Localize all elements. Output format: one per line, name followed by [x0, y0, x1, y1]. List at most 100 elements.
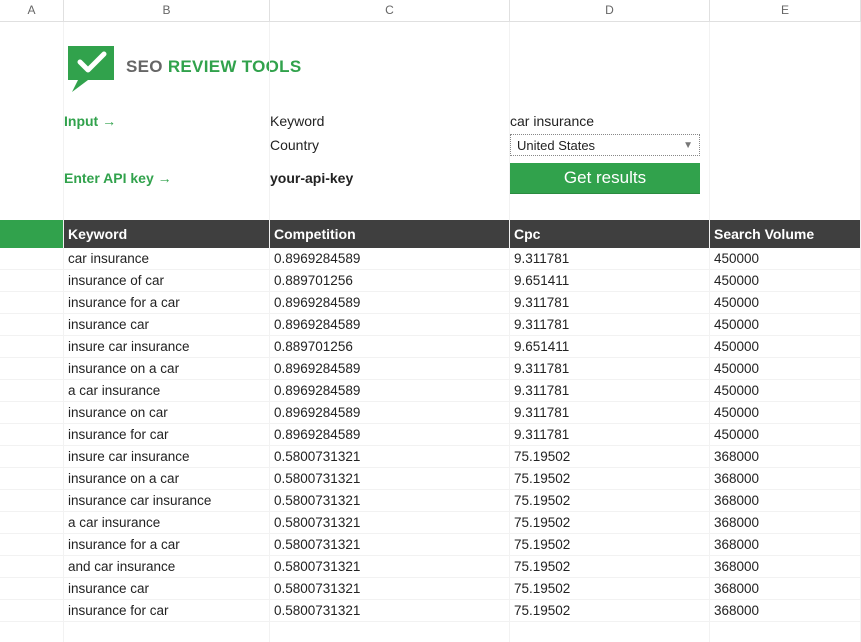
logo-text: SEO REVIEW TOOLS	[126, 57, 301, 77]
cell-keyword: insurance for a car	[64, 295, 270, 310]
cell-competition: 0.8969284589	[270, 383, 510, 398]
cell-search-volume: 450000	[710, 295, 861, 310]
cell-search-volume: 450000	[710, 405, 861, 420]
cell-competition: 0.889701256	[270, 339, 510, 354]
country-value: United States	[517, 138, 595, 153]
logo: SEO REVIEW TOOLS	[0, 22, 861, 110]
table-row[interactable]: a car insurance0.580073132175.1950236800…	[0, 512, 861, 534]
table-row[interactable]: insurance for car0.89692845899.311781450…	[0, 424, 861, 446]
cell-competition: 0.8969284589	[270, 405, 510, 420]
cell-cpc: 75.19502	[510, 515, 710, 530]
col-header-b[interactable]: B	[64, 0, 270, 21]
api-key-value-cell[interactable]: your-api-key	[270, 170, 510, 186]
check-bubble-icon	[64, 40, 118, 94]
table-row[interactable]: insure car insurance0.8897012569.6514114…	[0, 336, 861, 358]
col-header-a[interactable]: A	[0, 0, 64, 21]
cell-cpc: 9.311781	[510, 383, 710, 398]
cell-cpc: 9.311781	[510, 405, 710, 420]
cell-competition: 0.5800731321	[270, 581, 510, 596]
cell-competition: 0.8969284589	[270, 251, 510, 266]
cell-search-volume: 368000	[710, 515, 861, 530]
cell-cpc: 75.19502	[510, 581, 710, 596]
cell-cpc: 9.651411	[510, 273, 710, 288]
cell-keyword: insurance car	[64, 581, 270, 596]
cell-cpc: 9.651411	[510, 339, 710, 354]
table-row[interactable]: insurance on car0.89692845899.3117814500…	[0, 402, 861, 424]
cell-keyword: insurance car	[64, 317, 270, 332]
logo-seo: SEO	[126, 57, 163, 76]
get-results-button[interactable]: Get results	[510, 163, 700, 193]
table-row[interactable]: a car insurance0.89692845899.31178145000…	[0, 380, 861, 402]
th-competition: Competition	[270, 226, 510, 242]
col-header-d[interactable]: D	[510, 0, 710, 21]
cell-keyword: a car insurance	[64, 383, 270, 398]
country-dropdown[interactable]: United States ▼	[510, 134, 700, 156]
api-key-label: Enter API key →	[64, 170, 270, 186]
logo-review-tools: REVIEW TOOLS	[168, 57, 302, 76]
col-header-e[interactable]: E	[710, 0, 861, 21]
cell-cpc: 75.19502	[510, 603, 710, 618]
cell-search-volume: 450000	[710, 361, 861, 376]
cell-cpc: 9.311781	[510, 317, 710, 332]
cell-keyword: insurance for car	[64, 427, 270, 442]
cell-search-volume: 450000	[710, 251, 861, 266]
th-search-volume: Search Volume	[710, 226, 861, 242]
cell-competition: 0.5800731321	[270, 537, 510, 552]
table-row[interactable]: insurance car0.580073132175.19502368000	[0, 578, 861, 600]
cell-keyword: and car insurance	[64, 559, 270, 574]
table-row[interactable]: insurance for a car0.580073132175.195023…	[0, 534, 861, 556]
table-row[interactable]: insurance for a car0.89692845899.3117814…	[0, 292, 861, 314]
col-header-c[interactable]: C	[270, 0, 510, 21]
table-row[interactable]: insurance of car0.8897012569.65141145000…	[0, 270, 861, 292]
table-row[interactable]: insurance car0.89692845899.311781450000	[0, 314, 861, 336]
table-row[interactable]: insurance on a car0.89692845899.31178145…	[0, 358, 861, 380]
table-header-accent	[0, 220, 64, 248]
cell-competition: 0.8969284589	[270, 295, 510, 310]
table-row[interactable]: insurance on a car0.580073132175.1950236…	[0, 468, 861, 490]
cell-search-volume: 368000	[710, 581, 861, 596]
cell-keyword: insurance on car	[64, 405, 270, 420]
cell-search-volume: 368000	[710, 559, 861, 574]
results-table-header: Keyword Competition Cpc Search Volume	[0, 220, 861, 248]
cell-search-volume: 450000	[710, 317, 861, 332]
cell-cpc: 75.19502	[510, 537, 710, 552]
cell-cpc: 75.19502	[510, 559, 710, 574]
table-row[interactable]: insurance car insurance0.580073132175.19…	[0, 490, 861, 512]
th-keyword: Keyword	[64, 226, 270, 242]
table-row[interactable]: insurance for car0.580073132175.19502368…	[0, 600, 861, 622]
chevron-down-icon: ▼	[683, 140, 693, 151]
cell-keyword: insurance for car	[64, 603, 270, 618]
cell-search-volume: 368000	[710, 493, 861, 508]
cell-keyword: insurance for a car	[64, 537, 270, 552]
table-row[interactable]: and car insurance0.580073132175.19502368…	[0, 556, 861, 578]
cell-search-volume: 450000	[710, 383, 861, 398]
cell-keyword: car insurance	[64, 251, 270, 266]
country-label: Country	[270, 137, 510, 153]
table-row[interactable]: insure car insurance0.580073132175.19502…	[0, 446, 861, 468]
cell-competition: 0.8969284589	[270, 361, 510, 376]
table-row[interactable]: car insurance0.89692845899.311781450000	[0, 248, 861, 270]
cell-search-volume: 368000	[710, 537, 861, 552]
cell-competition: 0.5800731321	[270, 449, 510, 464]
cell-competition: 0.5800731321	[270, 603, 510, 618]
cell-search-volume: 450000	[710, 427, 861, 442]
cell-keyword: insurance car insurance	[64, 493, 270, 508]
results-table-body: car insurance0.89692845899.311781450000i…	[0, 248, 861, 622]
cell-cpc: 75.19502	[510, 493, 710, 508]
cell-competition: 0.5800731321	[270, 515, 510, 530]
cell-competition: 0.8969284589	[270, 317, 510, 332]
cell-cpc: 75.19502	[510, 449, 710, 464]
cell-search-volume: 450000	[710, 273, 861, 288]
th-cpc: Cpc	[510, 226, 710, 242]
cell-keyword: insurance on a car	[64, 361, 270, 376]
cell-cpc: 9.311781	[510, 295, 710, 310]
cell-cpc: 9.311781	[510, 427, 710, 442]
cell-competition: 0.889701256	[270, 273, 510, 288]
cell-cpc: 75.19502	[510, 471, 710, 486]
cell-search-volume: 368000	[710, 471, 861, 486]
cell-competition: 0.8969284589	[270, 427, 510, 442]
keyword-value-cell[interactable]: car insurance	[510, 113, 710, 129]
cell-keyword: insure car insurance	[64, 449, 270, 464]
cell-cpc: 9.311781	[510, 251, 710, 266]
cell-competition: 0.5800731321	[270, 493, 510, 508]
